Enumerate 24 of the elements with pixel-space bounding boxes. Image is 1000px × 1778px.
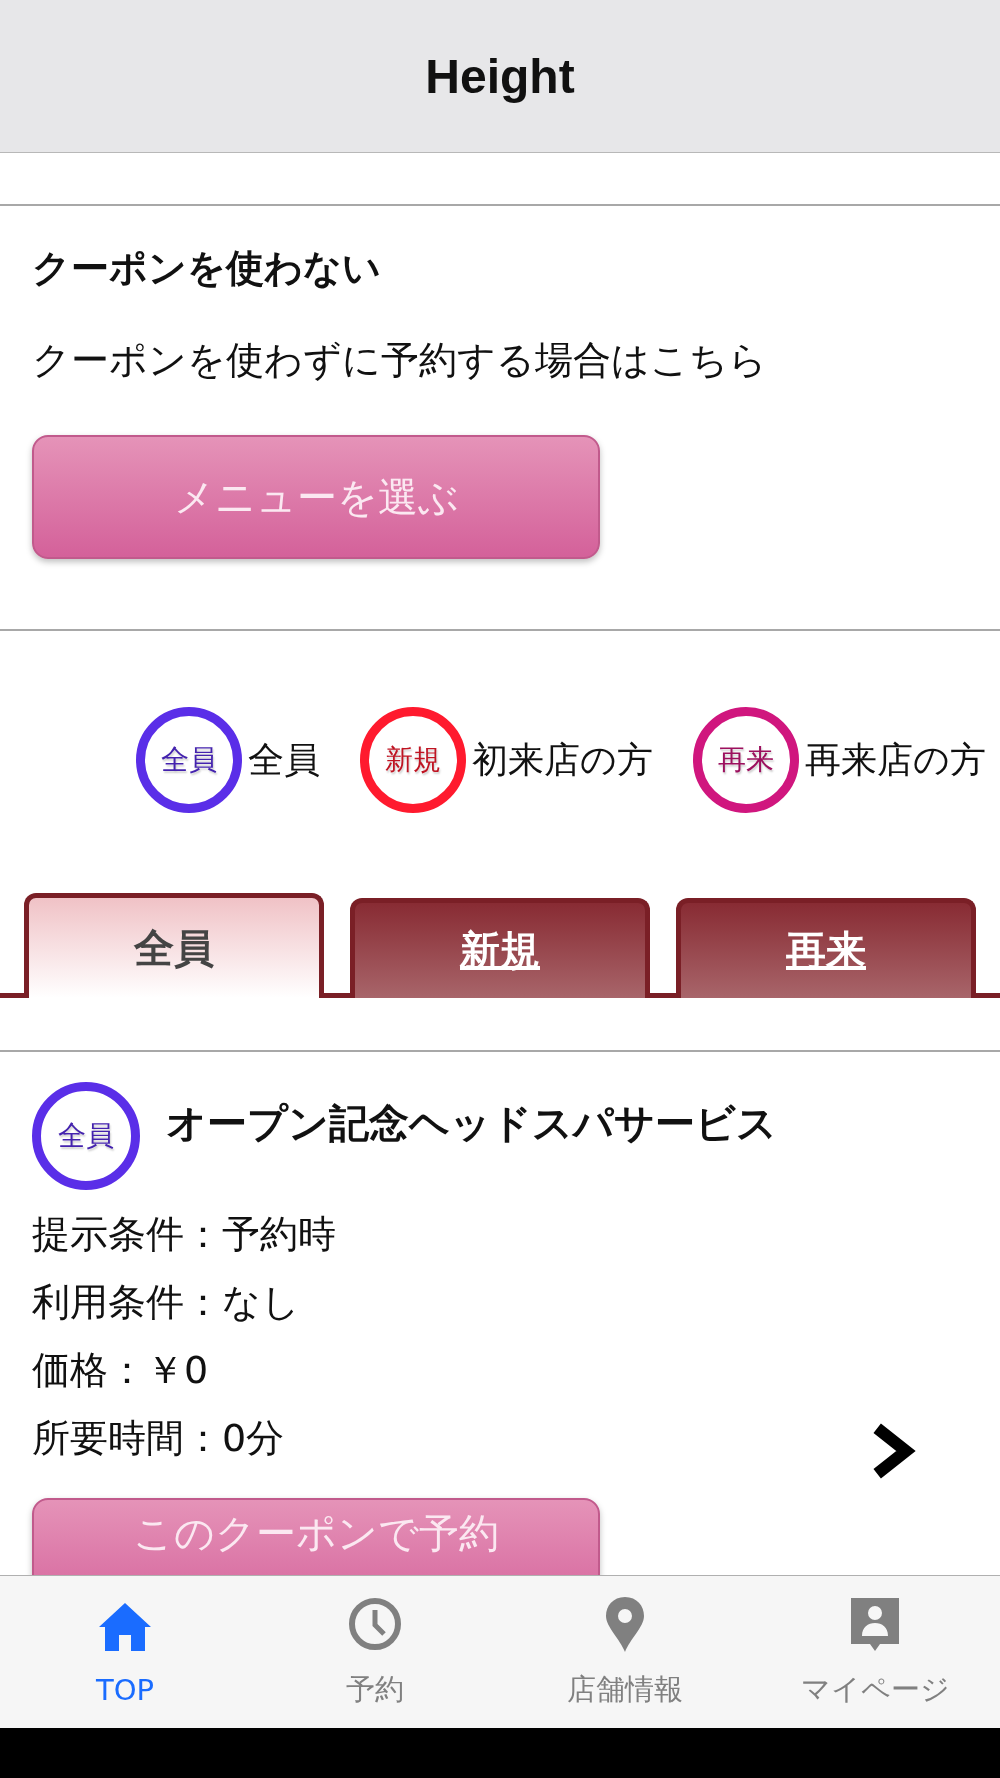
legend-label: 全員 (248, 737, 320, 782)
category-badge: 新規 (360, 707, 466, 814)
select-menu-button[interactable]: メニューを選ぶ (32, 435, 600, 560)
coupon-detail: 価格：￥0 (32, 1347, 210, 1395)
category-badge: 全員 (136, 707, 242, 814)
coupon-detail: 提示条件：予約時 (32, 1211, 336, 1259)
filter-tab[interactable]: 全員 (24, 893, 324, 999)
tab-bar-item[interactable]: TOP (0, 1576, 250, 1728)
legend-label: 初来店の方 (472, 737, 653, 782)
filter-tab[interactable]: 新規 (350, 898, 650, 999)
tab-bar-item[interactable]: 予約 (250, 1576, 500, 1728)
page-title: Height (425, 48, 575, 104)
category-badge: 全員 (32, 1082, 140, 1191)
tab-bar-item[interactable]: マイページ (750, 1576, 1000, 1728)
legend-label: 再来店の方 (805, 737, 986, 782)
section-description: クーポンを使わずに予約する場合はこちら (32, 337, 768, 384)
coupon-detail: 利用条件：なし (32, 1279, 301, 1327)
reserve-coupon-button[interactable]: このクーポンで予約 (32, 1498, 600, 1575)
tab-bar-item[interactable]: 店舗情報 (500, 1576, 750, 1728)
coupon-detail: 所要時間：0分 (32, 1415, 286, 1463)
coupon-title: オープン記念ヘッドスパサービス (166, 1099, 777, 1149)
filter-tab[interactable]: 再来 (676, 898, 976, 999)
section-title: クーポンを使わない (32, 246, 382, 292)
category-badge: 再来 (693, 707, 799, 814)
